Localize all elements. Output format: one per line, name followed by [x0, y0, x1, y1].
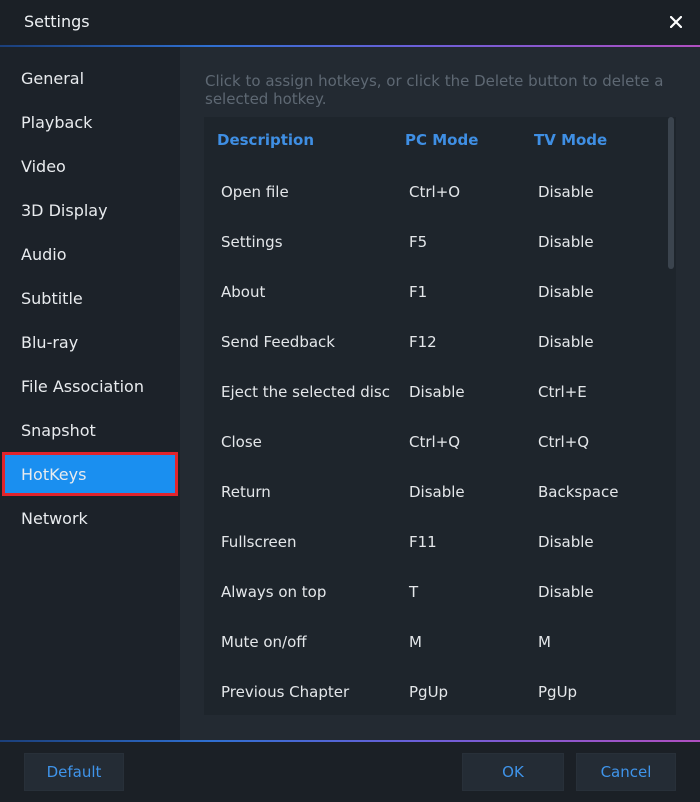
- table-row[interactable]: Mute on/off M M: [204, 617, 664, 667]
- table-row[interactable]: Always on top T Disable: [204, 567, 664, 617]
- window-title: Settings: [24, 12, 90, 31]
- hotkey-description: Mute on/off: [221, 633, 307, 651]
- close-button[interactable]: [664, 10, 688, 34]
- column-header-pc-mode: PC Mode: [405, 131, 479, 149]
- hotkey-description: Settings: [221, 233, 283, 251]
- hotkey-description: Always on top: [221, 583, 327, 601]
- column-header-tv-mode: TV Mode: [534, 131, 608, 149]
- sidebar-item-label: 3D Display: [21, 200, 108, 220]
- table-row[interactable]: Send Feedback F12 Disable: [204, 317, 664, 367]
- hotkey-tv-mode[interactable]: Disable: [538, 583, 594, 601]
- hotkey-tv-mode[interactable]: Disable: [538, 233, 594, 251]
- sidebar-item-label: Blu-ray: [21, 332, 79, 352]
- cancel-button[interactable]: Cancel: [576, 753, 676, 791]
- sidebar-item-label: Audio: [21, 244, 67, 264]
- table-scrollbar[interactable]: [668, 117, 674, 269]
- sidebar-item-label: File Association: [21, 376, 144, 396]
- hotkey-pc-mode[interactable]: F12: [409, 333, 437, 351]
- hotkey-pc-mode[interactable]: Ctrl+O: [409, 183, 460, 201]
- hotkey-description: Open file: [221, 183, 289, 201]
- sidebar-item-hotkeys[interactable]: HotKeys: [2, 452, 178, 496]
- sidebar-item-audio[interactable]: Audio: [0, 232, 180, 276]
- sidebar-item-snapshot[interactable]: Snapshot: [0, 408, 180, 452]
- sidebar-item-blu-ray[interactable]: Blu-ray: [0, 320, 180, 364]
- table-row[interactable]: Return Disable Backspace: [204, 467, 664, 517]
- sidebar-item-label: HotKeys: [21, 464, 87, 484]
- column-header-description: Description: [217, 131, 315, 149]
- sidebar-item-playback[interactable]: Playback: [0, 100, 180, 144]
- title-bar: Settings: [0, 0, 700, 45]
- hotkey-description: About: [221, 283, 266, 301]
- hotkeys-table: Description PC Mode TV Mode Open file Ct…: [204, 117, 676, 715]
- sidebar-item-file-association[interactable]: File Association: [0, 364, 180, 408]
- hotkey-description: Fullscreen: [221, 533, 297, 551]
- hotkey-pc-mode[interactable]: T: [409, 583, 418, 601]
- hotkey-tv-mode[interactable]: Disable: [538, 183, 594, 201]
- sidebar-item-label: Snapshot: [21, 420, 96, 440]
- hotkey-tv-mode[interactable]: Ctrl+Q: [538, 433, 589, 451]
- hotkey-pc-mode[interactable]: F11: [409, 533, 437, 551]
- sidebar: General Playback Video 3D Display Audio …: [0, 47, 180, 740]
- table-row[interactable]: Eject the selected disc Disable Ctrl+E: [204, 367, 664, 417]
- hotkey-pc-mode[interactable]: Disable: [409, 383, 465, 401]
- sidebar-item-3d-display[interactable]: 3D Display: [0, 188, 180, 232]
- hotkey-pc-mode[interactable]: M: [409, 633, 422, 651]
- sidebar-item-label: General: [21, 68, 85, 88]
- hotkey-tv-mode[interactable]: Disable: [538, 533, 594, 551]
- sidebar-item-subtitle[interactable]: Subtitle: [0, 276, 180, 320]
- sidebar-item-video[interactable]: Video: [0, 144, 180, 188]
- sidebar-item-network[interactable]: Network: [0, 496, 180, 540]
- close-icon: [670, 16, 682, 28]
- hotkey-description: Previous Chapter: [221, 683, 350, 701]
- hotkey-tv-mode[interactable]: Ctrl+E: [538, 383, 587, 401]
- table-row[interactable]: Open file Ctrl+O Disable: [204, 167, 664, 217]
- table-row[interactable]: Settings F5 Disable: [204, 217, 664, 267]
- hotkey-tv-mode[interactable]: Disable: [538, 283, 594, 301]
- table-row[interactable]: Close Ctrl+Q Ctrl+Q: [204, 417, 664, 467]
- hotkey-description: Send Feedback: [221, 333, 335, 351]
- hotkey-tv-mode[interactable]: PgUp: [538, 683, 577, 701]
- hotkey-tv-mode[interactable]: Disable: [538, 333, 594, 351]
- hotkey-pc-mode[interactable]: Disable: [409, 483, 465, 501]
- sidebar-item-label: Video: [21, 156, 66, 176]
- hotkey-description: Close: [221, 433, 262, 451]
- default-button[interactable]: Default: [24, 753, 124, 791]
- sidebar-item-general[interactable]: General: [0, 56, 180, 100]
- sidebar-item-label: Playback: [21, 112, 93, 132]
- table-row[interactable]: Previous Chapter PgUp PgUp: [204, 667, 664, 715]
- hotkey-tv-mode[interactable]: Backspace: [538, 483, 618, 501]
- hotkey-tv-mode[interactable]: M: [538, 633, 551, 651]
- hotkey-pc-mode[interactable]: Ctrl+Q: [409, 433, 460, 451]
- ok-button[interactable]: OK: [462, 753, 564, 791]
- hint-text: Click to assign hotkeys, or click the De…: [205, 72, 664, 108]
- hotkeys-panel: Click to assign hotkeys, or click the De…: [180, 47, 700, 740]
- hotkey-description: Return: [221, 483, 271, 501]
- hotkey-description: Eject the selected disc: [221, 383, 390, 401]
- table-row[interactable]: About F1 Disable: [204, 267, 664, 317]
- footer: Default OK Cancel: [0, 742, 700, 802]
- hotkey-pc-mode[interactable]: PgUp: [409, 683, 448, 701]
- table-row[interactable]: Fullscreen F11 Disable: [204, 517, 664, 567]
- sidebar-item-label: Network: [21, 508, 88, 528]
- sidebar-item-label: Subtitle: [21, 288, 83, 308]
- hotkey-pc-mode[interactable]: F5: [409, 233, 427, 251]
- table-header: Description PC Mode TV Mode: [204, 129, 664, 153]
- hotkey-pc-mode[interactable]: F1: [409, 283, 427, 301]
